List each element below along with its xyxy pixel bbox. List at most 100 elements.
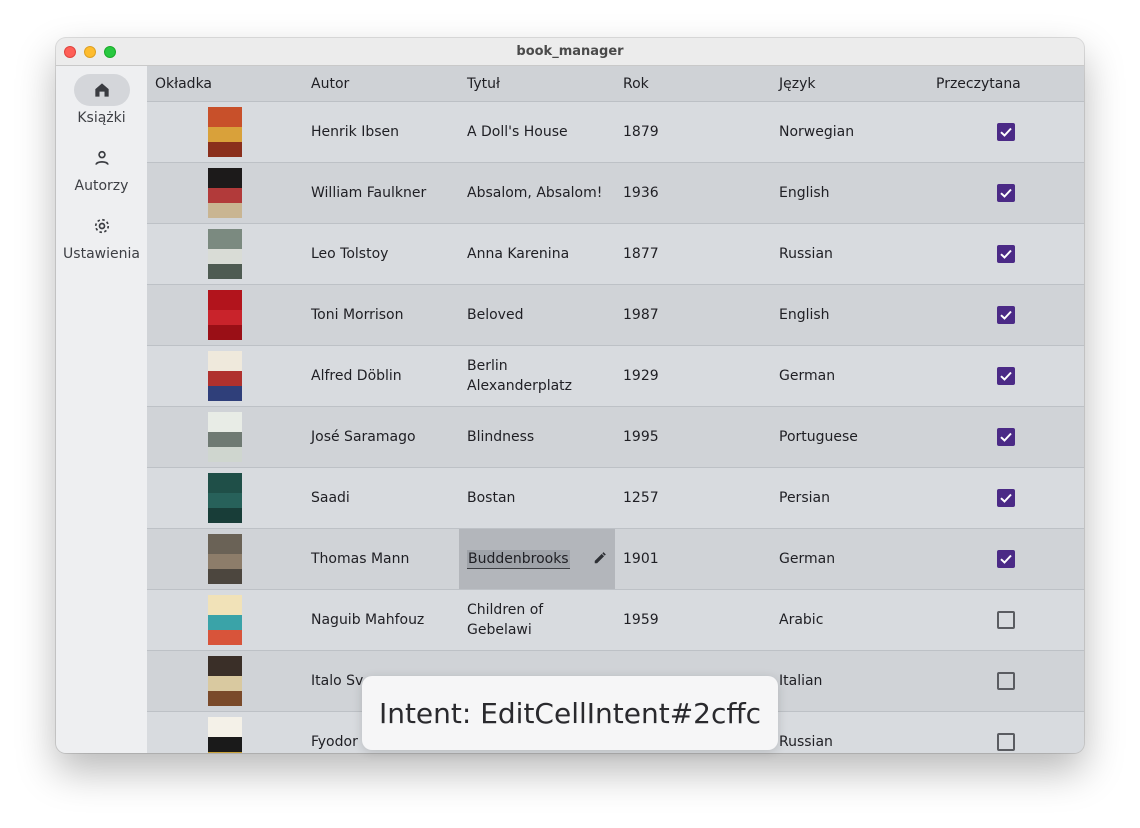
- author-cell[interactable]: Naguib Mahfouz: [311, 590, 461, 650]
- check-icon: [1000, 310, 1012, 320]
- author-cell[interactable]: José Saramago: [311, 407, 461, 467]
- title-line: Blindness: [467, 429, 535, 445]
- year-cell-text: 1879: [623, 124, 659, 140]
- check-icon: [1000, 554, 1012, 564]
- table-row[interactable]: Leo Tolstoy Anna Karenina 1877 Russian: [147, 224, 1084, 285]
- book-cover-thumbnail: [208, 107, 242, 157]
- author-cell[interactable]: Leo Tolstoy: [311, 224, 461, 284]
- year-cell[interactable]: 1879: [623, 102, 773, 162]
- title-line: Alexanderplatz: [467, 378, 573, 394]
- table-row[interactable]: Henrik Ibsen A Doll's House 1879 Norwegian: [147, 102, 1084, 163]
- column-header-year[interactable]: Rok: [623, 76, 649, 92]
- year-cell[interactable]: 1987: [623, 285, 773, 345]
- table-row[interactable]: Thomas Mann Buddenbrooks 1901 German: [147, 529, 1084, 590]
- language-cell-text: Arabic: [779, 612, 824, 628]
- sidebar-item-settings[interactable]: Ustawienia: [56, 210, 147, 262]
- home-icon: [94, 83, 109, 97]
- title-cell-editing[interactable]: Buddenbrooks: [459, 529, 615, 589]
- language-cell-text: German: [779, 551, 836, 567]
- read-checkbox[interactable]: [997, 733, 1015, 751]
- language-cell-text: Portuguese: [779, 429, 858, 445]
- check-icon: [1000, 432, 1012, 442]
- table-row[interactable]: Naguib Mahfouz Children of Gebelawi 1959 Ara…: [147, 590, 1084, 651]
- book-cover-thumbnail: [208, 168, 242, 218]
- language-cell[interactable]: German: [779, 346, 929, 406]
- sidebar-item-authors[interactable]: Autorzy: [56, 142, 147, 194]
- title-cell[interactable]: Berlin Alexanderplatz: [467, 346, 617, 406]
- column-header-language[interactable]: Język: [779, 76, 815, 92]
- read-checkbox[interactable]: [997, 367, 1015, 385]
- read-checkbox[interactable]: [997, 611, 1015, 629]
- read-checkbox[interactable]: [997, 672, 1015, 690]
- title-cell[interactable]: Absalom, Absalom!: [467, 163, 617, 223]
- language-cell[interactable]: German: [779, 529, 929, 589]
- table-row[interactable]: Alfred Döblin Berlin Alexanderplatz 1929 Ger…: [147, 346, 1084, 407]
- year-cell[interactable]: 1901: [623, 529, 773, 589]
- author-cell[interactable]: Toni Morrison: [311, 285, 461, 345]
- year-cell[interactable]: 1929: [623, 346, 773, 406]
- year-cell[interactable]: 1877: [623, 224, 773, 284]
- title-line: Gebelawi: [467, 622, 532, 638]
- read-checkbox[interactable]: [997, 550, 1015, 568]
- language-cell[interactable]: Russian: [779, 712, 929, 753]
- author-cell[interactable]: Alfred Döblin: [311, 346, 461, 406]
- column-header-title[interactable]: Tytuł: [467, 76, 500, 92]
- read-checkbox[interactable]: [997, 245, 1015, 263]
- title-cell[interactable]: Children of Gebelawi: [467, 590, 617, 650]
- pencil-icon[interactable]: [593, 551, 607, 565]
- check-icon: [1000, 371, 1012, 381]
- language-cell[interactable]: Norwegian: [779, 102, 929, 162]
- table-row[interactable]: Toni Morrison Beloved 1987 English: [147, 285, 1084, 346]
- title-edit-input[interactable]: Buddenbrooks: [467, 550, 570, 569]
- nav-icon-container: [74, 142, 130, 174]
- read-checkbox[interactable]: [997, 428, 1015, 446]
- title-cell[interactable]: A Doll's House: [467, 102, 617, 162]
- check-icon: [1000, 249, 1012, 259]
- app-window: book_manager Książki Autorzy Ustawienia …: [56, 38, 1084, 753]
- person-icon: [94, 150, 109, 165]
- table-row[interactable]: José Saramago Blindness 1995 Portuguese: [147, 407, 1084, 468]
- year-cell[interactable]: 1959: [623, 590, 773, 650]
- read-checkbox[interactable]: [997, 123, 1015, 141]
- language-cell[interactable]: Italian: [779, 651, 929, 711]
- title-cell[interactable]: Anna Karenina: [467, 224, 617, 284]
- check-icon: [1000, 127, 1012, 137]
- title-cell[interactable]: Blindness: [467, 407, 617, 467]
- title-cell[interactable]: Beloved: [467, 285, 617, 345]
- language-cell[interactable]: English: [779, 285, 929, 345]
- author-cell-text: José Saramago: [311, 429, 416, 445]
- table-row[interactable]: Saadi Bostan 1257 Persian: [147, 468, 1084, 529]
- author-cell-text: Saadi: [311, 490, 350, 506]
- year-cell-text: 1936: [623, 185, 659, 201]
- author-cell[interactable]: Saadi: [311, 468, 461, 528]
- sidebar-item-label: Książki: [77, 110, 126, 126]
- window-title: book_manager: [516, 44, 624, 59]
- column-header-cover[interactable]: Okładka: [155, 76, 212, 92]
- year-cell[interactable]: 1995: [623, 407, 773, 467]
- language-cell[interactable]: Arabic: [779, 590, 929, 650]
- language-cell[interactable]: Russian: [779, 224, 929, 284]
- read-checkbox[interactable]: [997, 489, 1015, 507]
- year-cell[interactable]: 1257: [623, 468, 773, 528]
- sidebar-item-label: Ustawienia: [63, 246, 140, 262]
- year-cell[interactable]: 1936: [623, 163, 773, 223]
- language-cell[interactable]: Persian: [779, 468, 929, 528]
- author-cell[interactable]: William Faulkner: [311, 163, 461, 223]
- author-cell[interactable]: Thomas Mann: [311, 529, 461, 589]
- read-checkbox[interactable]: [997, 184, 1015, 202]
- language-cell[interactable]: English: [779, 163, 929, 223]
- year-cell-text: 1987: [623, 307, 659, 323]
- author-cell[interactable]: Henrik Ibsen: [311, 102, 461, 162]
- book-cover-thumbnail: [208, 595, 242, 645]
- language-cell-text: English: [779, 307, 830, 323]
- sidebar-item-books[interactable]: Książki: [56, 74, 147, 126]
- author-cell-text: Fyodor: [311, 734, 358, 750]
- book-cover-thumbnail: [208, 412, 242, 462]
- title-cell[interactable]: Bostan: [467, 468, 617, 528]
- column-header-read[interactable]: Przeczytana: [936, 76, 1021, 92]
- read-checkbox[interactable]: [997, 306, 1015, 324]
- author-cell-text: Italo Sv: [311, 673, 364, 689]
- table-row[interactable]: William Faulkner Absalom, Absalom! 1936 Eng…: [147, 163, 1084, 224]
- language-cell[interactable]: Portuguese: [779, 407, 929, 467]
- column-header-author[interactable]: Autor: [311, 76, 349, 92]
